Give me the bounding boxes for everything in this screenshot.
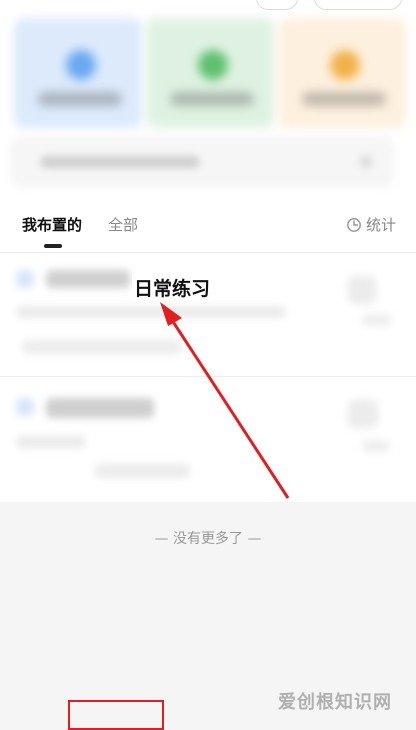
watermark-text: 爱创根知识网 [278,692,392,713]
blurred-label [170,92,254,106]
blurred-text [94,464,190,478]
clock-chart-icon [347,217,361,232]
blurred-label [38,92,122,106]
blurred-icon [66,50,96,80]
blurred-text [22,340,182,354]
feature-card-green[interactable] [146,18,274,128]
stats-button[interactable]: 统计 [346,214,396,235]
blurred-text [362,314,392,326]
blurred-text [46,398,154,418]
top-panel: 我布置的 全部 统计 日常练习 [0,0,416,502]
blurred-icon [198,50,228,80]
blurred-text [46,270,130,288]
list-item[interactable] [0,384,416,502]
stats-label: 统计 [365,216,396,234]
chevron-right-icon [360,156,372,168]
blurred-banner-text [40,156,200,168]
tab-my-assigned[interactable]: 我布置的 [22,214,82,235]
tab-divider [0,252,416,253]
top-button-partial[interactable] [256,0,298,10]
item-divider [0,376,416,377]
list-end-text: — 没有更多了 — [154,531,262,547]
blurred-text [16,306,286,318]
homework-title: 日常练习 [132,274,213,301]
feature-card-orange[interactable] [278,18,406,128]
blurred-text [362,440,390,452]
blurred-badge [348,400,378,428]
annotation-highlight-box [68,700,164,730]
blurred-banner[interactable] [10,136,394,188]
tab-all[interactable]: 全部 [108,214,138,235]
feature-card-blue[interactable] [14,18,142,128]
blurred-icon [330,50,360,80]
blurred-badge [348,276,376,304]
top-button-partial-2[interactable] [314,0,402,10]
blurred-icon [16,270,34,288]
blurred-label [302,92,386,106]
blurred-text [16,436,86,448]
active-tab-indicator [44,244,62,248]
blurred-icon [16,398,34,416]
